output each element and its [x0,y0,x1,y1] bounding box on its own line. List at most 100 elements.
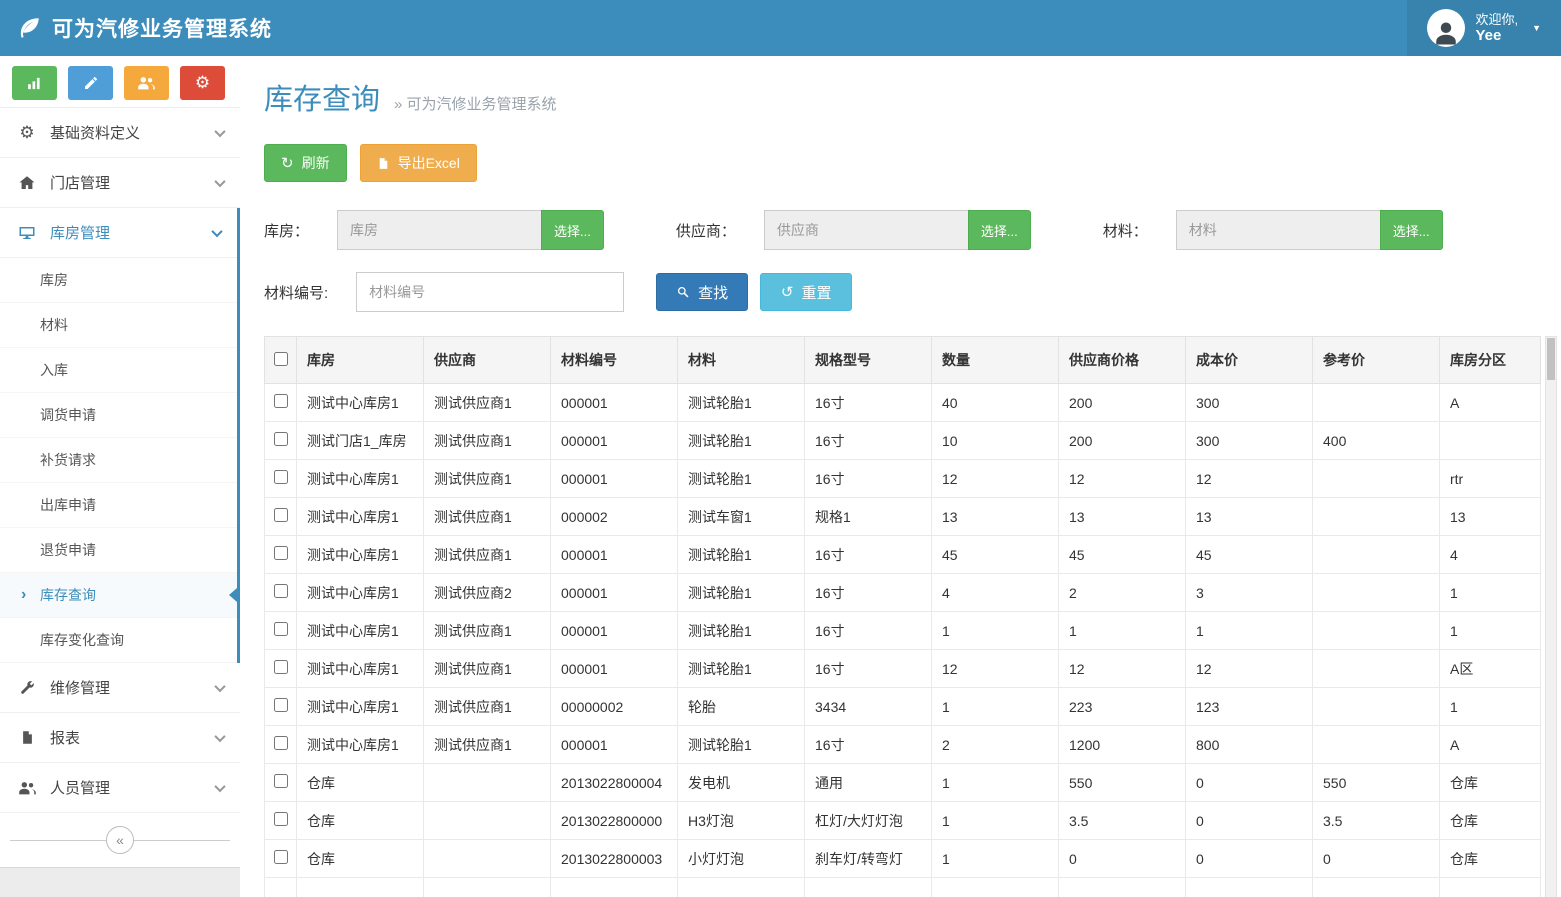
row-checkbox[interactable] [274,850,288,864]
gears-icon: ⚙ [16,123,38,143]
row-checkbox[interactable] [274,698,288,712]
row-checkbox[interactable] [274,622,288,636]
table-row: 测试中心库房1 测试供应商1 000001 测试轮胎1 16寸 12 12 12… [265,460,1541,498]
row-checkbox[interactable] [274,432,288,446]
select-all-checkbox[interactable] [274,352,288,366]
select-all-cell [265,337,297,384]
row-checkbox[interactable] [274,546,288,560]
sidebar-subitem-material[interactable]: 材料 [0,303,237,348]
avatar [1427,9,1465,47]
cell-supplier-price: 0 [1059,840,1186,878]
chevron-down-icon [214,175,225,186]
sidebar-subitem-warehouse[interactable]: 库房 [0,258,237,303]
vertical-scrollbar[interactable] [1545,336,1557,897]
row-checkbox-cell [265,498,297,536]
cell-reference-price: 550 [1313,764,1440,802]
subitem-label: 出库申请 [40,495,96,515]
shortcut-edit-button[interactable] [68,66,113,100]
cell-quantity: 10 [932,422,1059,460]
user-menu[interactable]: 欢迎你,Yee ▼ [1407,0,1561,56]
cell-material-no: 000001 [551,384,678,422]
cell-material-no: 000001 [551,650,678,688]
leaf-icon [16,15,42,41]
filter-row-1: 库房： 选择... 供应商： 选择... 材料： 选择... [264,210,1561,250]
sidebar-subitem-outbound-request[interactable]: 出库申请 [0,483,237,528]
cell-warehouse: 测试中心库房1 [297,384,424,422]
sidebar-subitem-inbound[interactable]: 入库 [0,348,237,393]
pencil-icon [83,75,99,91]
cell-warehouse [297,878,424,897]
cell-supplier-price: 200 [1059,384,1186,422]
cell-reference-price [1313,574,1440,612]
cell-quantity: 1 [932,688,1059,726]
cell-supplier: 测试供应商1 [424,498,551,536]
sidebar-item-base-data[interactable]: ⚙ 基础资料定义 [0,108,240,158]
warehouse-submenu: 库房 材料 入库 调货申请 补货请求 出库申请 退货申请 › 库存查询 库存变化… [0,258,237,663]
cell-material: 小灯灯泡 [678,840,805,878]
row-checkbox-cell [265,422,297,460]
welcome-text: 欢迎你,Yee [1475,12,1518,44]
column-header-warehouse-zone: 库房分区 [1440,337,1541,384]
sidebar-subitem-stock-change-query[interactable]: 库存变化查询 [0,618,237,663]
shortcut-users-button[interactable] [124,66,169,100]
material-select-button[interactable]: 选择... [1380,210,1443,250]
table-header-row: 库房 供应商 材料编号 材料 规格型号 数量 供应商价格 成本价 参考价 库房分… [265,337,1541,384]
cell-material-no: 2013022800000 [551,802,678,840]
warehouse-filter-input[interactable] [337,210,542,250]
row-checkbox[interactable] [274,774,288,788]
cell-material: 发电机 [678,764,805,802]
refresh-icon: ↻ [281,154,294,172]
cell-reference-price [1313,726,1440,764]
scrollbar-thumb[interactable] [1547,338,1555,380]
supplier-filter-input[interactable] [764,210,969,250]
reset-button[interactable]: ↺ 重置 [760,273,852,311]
cell-warehouse-zone: 13 [1440,498,1541,536]
material-filter-input[interactable] [1176,210,1381,250]
supplier-select-button[interactable]: 选择... [968,210,1031,250]
sidebar-item-repair-mgmt[interactable]: 维修管理 [0,663,240,713]
sidebar-item-store-mgmt[interactable]: 门店管理 [0,158,240,208]
export-excel-button[interactable]: 导出Excel [360,144,477,182]
table-row: 仓库 2013022800004 发电机 通用 1 550 0 550 仓库 [265,764,1541,802]
sidebar-item-personnel[interactable]: 人员管理 [0,763,240,813]
sidebar-item-label: 库房管理 [50,222,110,243]
sidebar-subitem-transfer-request[interactable]: 调货申请 [0,393,237,438]
warehouse-menu-group: 库房管理 库房 材料 入库 调货申请 补货请求 出库申请 退货申请 › 库存查询… [0,208,240,663]
row-checkbox-cell [265,574,297,612]
sidebar-item-reports[interactable]: 报表 [0,713,240,763]
row-checkbox[interactable] [274,508,288,522]
sidebar-item-warehouse-mgmt[interactable]: 库房管理 [0,208,237,258]
cell-cost-price: 0 [1186,802,1313,840]
chevron-down-icon [214,680,225,691]
cell-quantity: 1 [932,612,1059,650]
page-header: 库存查询 » 可为汽修业务管理系统 [264,56,1561,118]
cell-spec [805,878,932,897]
row-checkbox[interactable] [274,660,288,674]
shortcut-settings-button[interactable]: ⚙ [180,66,225,100]
cell-material-no: 000001 [551,460,678,498]
row-checkbox[interactable] [274,812,288,826]
row-checkbox[interactable] [274,394,288,408]
material-no-filter-input[interactable] [356,272,624,312]
sidebar-subitem-replenish-request[interactable]: 补货请求 [0,438,237,483]
row-checkbox[interactable] [274,736,288,750]
cell-material-no [551,878,678,897]
cell-supplier-price: 550 [1059,764,1186,802]
row-checkbox[interactable] [274,470,288,484]
collapse-sidebar-button[interactable]: « [106,826,134,854]
sidebar-subitem-stock-query[interactable]: › 库存查询 [0,573,237,618]
warehouse-select-button[interactable]: 选择... [541,210,604,250]
cell-cost-price: 0 [1186,764,1313,802]
material-filter-label: 材料： [1103,220,1148,241]
search-button[interactable]: 查找 [656,273,748,311]
table-row: 测试中心库房1 测试供应商1 000001 测试轮胎1 16寸 1 1 1 1 [265,612,1541,650]
sidebar-subitem-return-request[interactable]: 退货申请 [0,528,237,573]
table-row: 测试门店1_库房 测试供应商1 000001 测试轮胎1 16寸 10 200 … [265,422,1541,460]
cell-cost-price: 13 [1186,498,1313,536]
refresh-button[interactable]: ↻ 刷新 [264,144,347,182]
chevron-down-icon [214,730,225,741]
cell-spec: 16寸 [805,384,932,422]
subitem-label: 退货申请 [40,540,96,560]
row-checkbox[interactable] [274,584,288,598]
shortcut-stats-button[interactable] [12,66,57,100]
